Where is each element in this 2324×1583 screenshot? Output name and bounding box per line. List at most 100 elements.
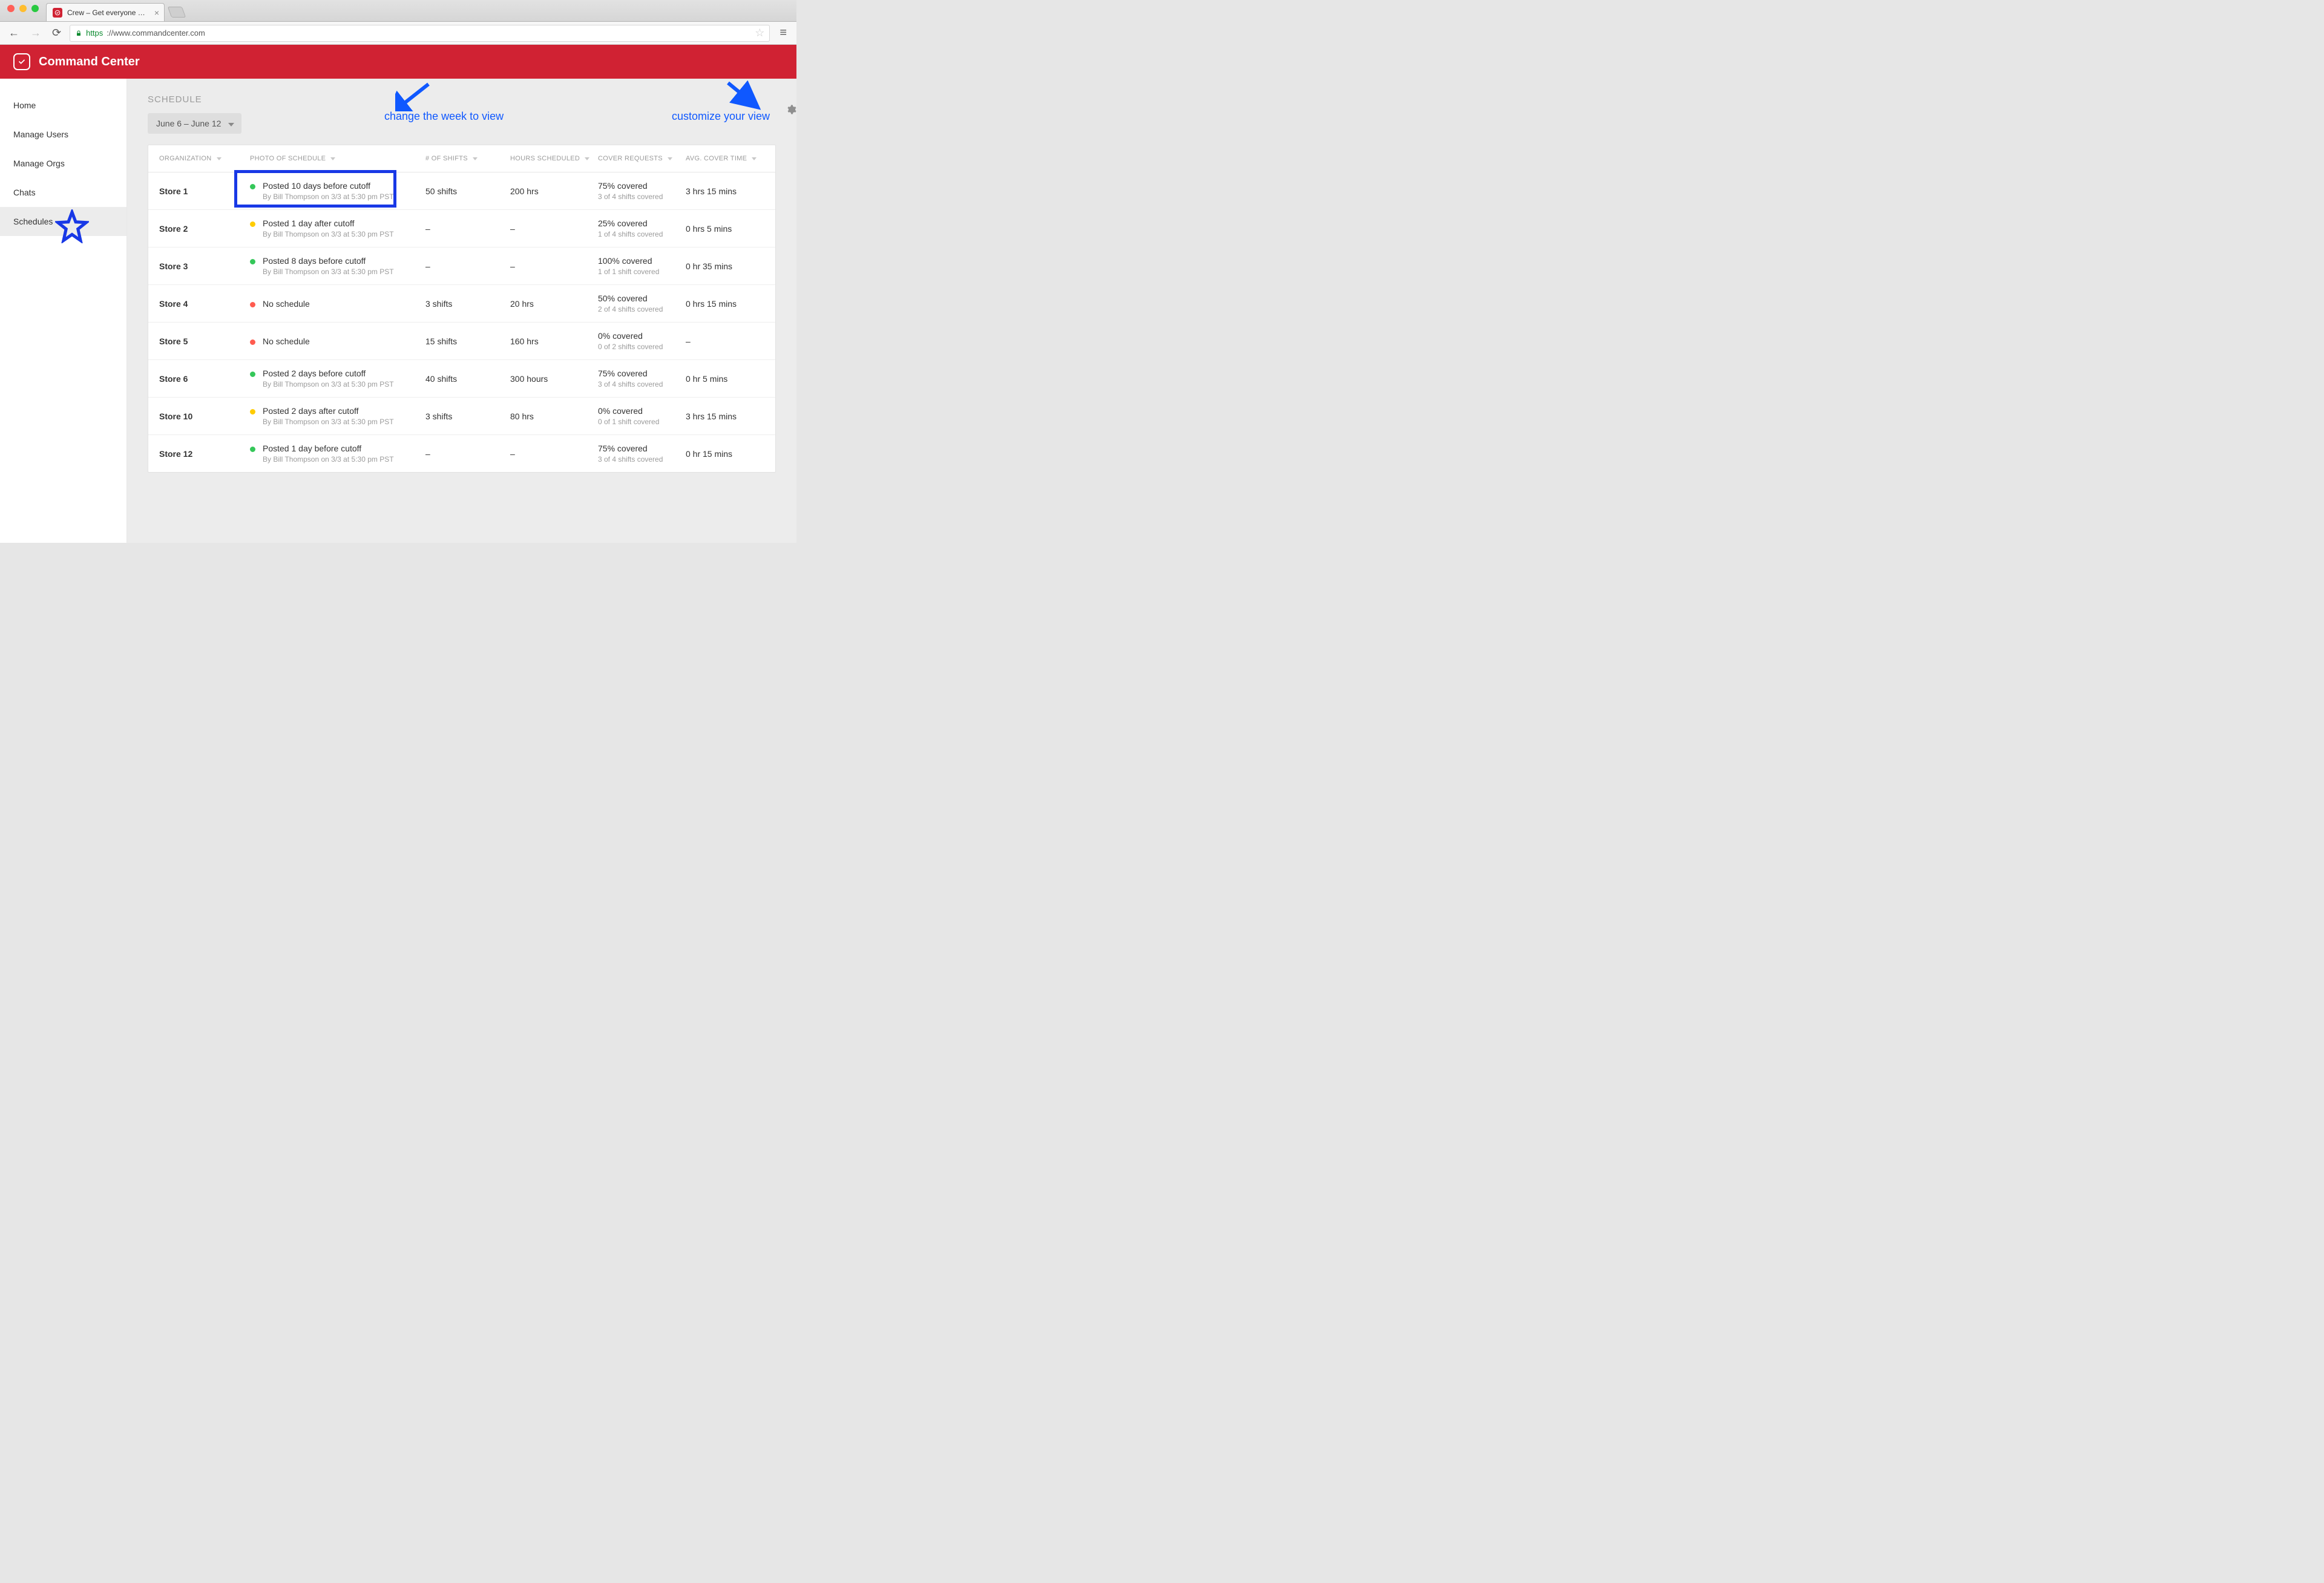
avg-cover-time: – (686, 336, 758, 346)
hours-scheduled: 160 hrs (510, 336, 598, 346)
status-sub: By Bill Thompson on 3/3 at 5:30 pm PST (263, 192, 394, 201)
status-sub: By Bill Thompson on 3/3 at 5:30 pm PST (263, 418, 394, 426)
status-main: No schedule (263, 336, 310, 346)
status-main: Posted 2 days after cutoff (263, 406, 394, 416)
schedule-table: ORGANIZATION PHOTO OF SCHEDULE # OF SHIF… (148, 145, 776, 473)
close-window-icon[interactable] (7, 5, 15, 12)
table-row[interactable]: Store 1Posted 10 days before cutoffBy Bi… (148, 172, 775, 210)
table-row[interactable]: Store 12 Posted 1 day before cutoff By Bil… (148, 435, 775, 472)
schedule-status: Posted 1 day after cutoffBy Bill Thompso… (250, 218, 425, 238)
col-shifts[interactable]: # OF SHIFTS (425, 155, 510, 162)
org-name: Store 5 (159, 336, 250, 346)
browser-toolbar: ← → ⟳ https://www.commandcenter.com ☆ ≡ (0, 22, 796, 45)
browser-menu-icon[interactable]: ≡ (776, 26, 790, 40)
settings-gear-icon[interactable] (786, 104, 796, 118)
avg-cover-time: 0 hr 15 mins (686, 449, 758, 459)
shift-count: – (425, 449, 510, 459)
url-host: ://www.commandcenter.com (107, 28, 205, 38)
status-dot-icon (250, 302, 255, 307)
maximize-window-icon[interactable] (31, 5, 39, 12)
status-main: Posted 2 days before cutoff (263, 369, 394, 378)
schedule-status: Posted 8 days before cutoffBy Bill Thomp… (250, 256, 425, 276)
sidebar-item-chats[interactable]: Chats (0, 178, 126, 207)
sort-icon (330, 157, 335, 160)
status-dot-icon (250, 221, 255, 227)
status-dot-icon (250, 339, 255, 345)
cover-requests: 25% covered1 of 4 shifts covered (598, 218, 686, 238)
avg-cover-time: 0 hr 35 mins (686, 261, 758, 271)
avg-cover-time: 0 hr 5 mins (686, 374, 758, 384)
table-row[interactable]: Store 10Posted 2 days after cutoffBy Bil… (148, 398, 775, 435)
bookmark-star-icon[interactable]: ☆ (755, 27, 764, 39)
tab-strip: Crew – Get everyone on × (0, 0, 796, 22)
forward-button[interactable]: → (28, 25, 44, 41)
hours-scheduled: – (510, 224, 598, 234)
table-row[interactable]: Store 4No schedule3 shifts20 hrs50% cove… (148, 285, 775, 323)
status-main: Posted 10 days before cutoff (263, 181, 394, 191)
hours-scheduled: – (510, 449, 598, 459)
page-heading: SCHEDULE (148, 94, 776, 105)
new-tab-button[interactable] (168, 7, 186, 18)
cover-requests: 0% covered0 of 2 shifts covered (598, 331, 686, 351)
status-main: Posted 1 day before cutoff (263, 444, 394, 453)
sort-icon (668, 157, 672, 160)
app-body: HomeManage UsersManage OrgsChatsSchedule… (0, 79, 796, 543)
shift-count: 40 shifts (425, 374, 510, 384)
col-organization[interactable]: ORGANIZATION (159, 155, 250, 162)
col-photo[interactable]: PHOTO OF SCHEDULE (250, 155, 425, 162)
hours-scheduled: 300 hours (510, 374, 598, 384)
browser-chrome: Crew – Get everyone on × ← → ⟳ https://w… (0, 0, 796, 45)
hours-scheduled: 20 hrs (510, 299, 598, 309)
table-row[interactable]: Store 6Posted 2 days before cutoffBy Bil… (148, 360, 775, 398)
address-bar[interactable]: https://www.commandcenter.com ☆ (70, 25, 770, 42)
app-title: Command Center (39, 55, 140, 69)
browser-tab[interactable]: Crew – Get everyone on × (46, 3, 165, 21)
star-annotation-icon (55, 209, 89, 243)
app-logo-icon (13, 53, 30, 70)
table-row[interactable]: Store 3Posted 8 days before cutoffBy Bil… (148, 247, 775, 285)
minimize-window-icon[interactable] (19, 5, 27, 12)
col-avg[interactable]: AVG. COVER TIME (686, 155, 758, 162)
cover-requests: 75% covered3 of 4 shifts covered (598, 369, 686, 388)
status-dot-icon (250, 409, 255, 415)
org-name: Store 3 (159, 261, 250, 271)
content-area: SCHEDULE June 6 – June 12 change the wee… (127, 79, 796, 543)
lock-icon (75, 29, 82, 38)
sort-icon (473, 157, 478, 160)
arrow-annotation-icon (395, 81, 432, 111)
sidebar-item-home[interactable]: Home (0, 91, 126, 120)
avg-cover-time: 3 hrs 15 mins (686, 411, 758, 421)
table-row[interactable]: Store 2Posted 1 day after cutoffBy Bill … (148, 210, 775, 247)
back-button[interactable]: ← (6, 25, 22, 41)
col-cover[interactable]: COVER REQUESTS (598, 155, 686, 162)
status-sub: By Bill Thompson on 3/3 at 5:30 pm PST (263, 455, 394, 464)
sidebar: HomeManage UsersManage OrgsChatsSchedule… (0, 79, 127, 543)
org-name: Store 12 (159, 449, 250, 459)
org-name: Store 2 (159, 224, 250, 234)
schedule-status: Posted 2 days before cutoff By Bill Thomp… (250, 369, 425, 388)
favicon-icon (53, 8, 62, 18)
avg-cover-time: 0 hrs 15 mins (686, 299, 758, 309)
week-picker[interactable]: June 6 – June 12 (148, 113, 241, 134)
tab-close-icon[interactable]: × (154, 8, 159, 17)
sidebar-item-manage-orgs[interactable]: Manage Orgs (0, 149, 126, 178)
schedule-status: Posted 1 day before cutoff By Bill Thomps… (250, 444, 425, 464)
status-dot-icon (250, 259, 255, 264)
shift-count: 3 shifts (425, 411, 510, 421)
cover-requests: 75% covered3 of 4 shifts covered (598, 444, 686, 464)
table-row[interactable]: Store 5No schedule15 shifts160 hrs0% cov… (148, 323, 775, 360)
table-header: ORGANIZATION PHOTO OF SCHEDULE # OF SHIF… (148, 145, 775, 172)
hours-scheduled: – (510, 261, 598, 271)
schedule-status: No schedule (250, 336, 425, 346)
cover-requests: 0% covered0 of 1 shift covered (598, 406, 686, 426)
status-sub: By Bill Thompson on 3/3 at 5:30 pm PST (263, 267, 394, 276)
status-dot-icon (250, 447, 255, 452)
shift-count: 50 shifts (425, 186, 510, 196)
status-dot-icon (250, 184, 255, 189)
reload-button[interactable]: ⟳ (50, 25, 64, 41)
col-hours[interactable]: HOURS SCHEDULED (510, 155, 598, 162)
status-sub: By Bill Thompson on 3/3 at 5:30 pm PST (263, 380, 394, 388)
sidebar-item-manage-users[interactable]: Manage Users (0, 120, 126, 149)
app-header: Command Center (0, 45, 796, 79)
cover-requests: 75% covered3 of 4 shifts covered (598, 181, 686, 201)
